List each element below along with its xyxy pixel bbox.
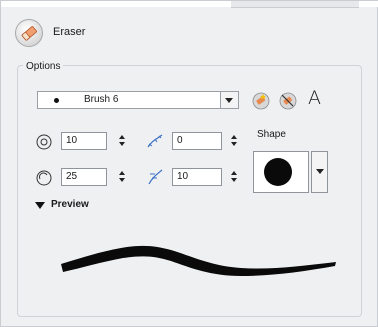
eraser-icon[interactable] — [15, 19, 43, 47]
min-size-icon — [35, 133, 53, 151]
smoothing-field[interactable]: 0 — [172, 132, 222, 150]
contour-smoothing-icon — [146, 168, 164, 186]
shape-chevron-down-icon[interactable] — [311, 151, 328, 193]
brush-dot-icon — [54, 98, 59, 103]
max-size-field[interactable]: 25 — [61, 168, 107, 186]
brush-preset-value: Brush 6 — [84, 94, 119, 105]
options-label: Options — [23, 61, 64, 72]
shape-selector[interactable] — [253, 151, 309, 193]
round-tip-icon — [264, 158, 292, 186]
preview-stroke — [61, 245, 336, 276]
smoothing-icon — [146, 132, 164, 150]
triangle-down-icon — [35, 202, 45, 209]
new-brush-icon[interactable] — [251, 91, 271, 111]
max-size-icon — [35, 169, 53, 187]
contour-smoothing-field[interactable]: 10 — [172, 168, 222, 186]
brush-preset-dropdown[interactable]: Brush 6 — [37, 91, 239, 109]
preview-label: Preview — [51, 199, 89, 210]
max-size-stepper[interactable] — [118, 171, 126, 183]
text-a-icon[interactable]: A — [308, 87, 321, 109]
tool-properties-panel: Eraser Options Brush 6 A 10 0 25 10 Shap… — [0, 0, 378, 327]
shape-label: Shape — [257, 129, 286, 140]
delete-brush-icon[interactable] — [278, 91, 298, 111]
min-size-stepper[interactable] — [118, 135, 126, 147]
top-strip-gap — [231, 1, 359, 8]
min-size-field[interactable]: 10 — [61, 132, 107, 150]
tool-name: Eraser — [53, 26, 86, 38]
smoothing-stepper[interactable] — [230, 135, 238, 147]
top-strip — [1, 1, 378, 8]
contour-smoothing-stepper[interactable] — [230, 171, 238, 183]
chevron-down-icon[interactable] — [220, 92, 238, 108]
